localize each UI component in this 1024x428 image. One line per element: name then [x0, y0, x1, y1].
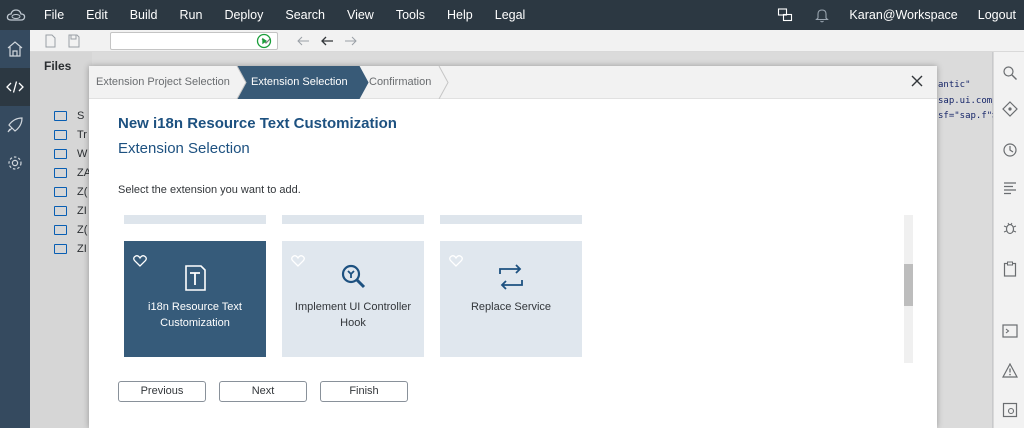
logout-link[interactable]: Logout [978, 8, 1016, 22]
extension-tile-partial[interactable] [124, 215, 266, 224]
settings-panel-icon[interactable] [994, 399, 1024, 421]
menu-bar: File Edit Build Run Deploy Search View T… [0, 0, 1024, 30]
favorite-icon[interactable] [291, 254, 305, 272]
instruction-text: Select the extension you want to add. [118, 184, 301, 196]
dialog-title: New i18n Resource Text Customization [118, 115, 397, 132]
new-file-icon[interactable] [44, 34, 56, 48]
wizard-step-project-selection[interactable]: Extension Project Selection [96, 66, 230, 99]
git-icon[interactable] [994, 98, 1024, 120]
history-icon[interactable] [994, 139, 1024, 161]
dialog-subtitle: Extension Selection [118, 140, 250, 157]
run-icon[interactable] [256, 33, 272, 49]
run-config-dropdown[interactable] [110, 32, 278, 50]
settings-icon[interactable] [0, 144, 30, 182]
cloud-icon[interactable] [0, 0, 32, 30]
next-button[interactable]: Next [219, 381, 307, 402]
text-resource-icon [179, 261, 211, 293]
arrow-left-icon[interactable] [296, 35, 310, 47]
finish-button[interactable]: Finish [320, 381, 408, 402]
menu-edit[interactable]: Edit [86, 8, 108, 22]
scrollbar-thumb[interactable] [904, 264, 913, 306]
back-icon[interactable] [320, 35, 334, 47]
menu-tools[interactable]: Tools [396, 8, 425, 22]
extension-tile-partial[interactable] [440, 215, 582, 224]
extension-wizard-dialog: Extension Project Selection Extension Se… [89, 66, 937, 428]
replace-arrows-icon [495, 261, 527, 293]
user-name[interactable]: Karan@Workspace [849, 8, 957, 22]
home-icon[interactable] [0, 30, 30, 68]
wrench-search-icon [337, 261, 369, 293]
menu-build[interactable]: Build [130, 8, 158, 22]
close-icon[interactable] [909, 73, 925, 89]
menu-file[interactable]: File [44, 8, 64, 22]
extension-tile-controller-hook[interactable]: Implement UI Controller Hook [282, 241, 424, 357]
collaboration-icon[interactable] [777, 7, 793, 23]
forward-icon[interactable] [344, 35, 358, 47]
wizard-step-confirmation[interactable]: Confirmation [369, 66, 431, 99]
right-rail [993, 52, 1024, 428]
previous-button[interactable]: Previous [118, 381, 206, 402]
toolbar [30, 30, 1024, 52]
tile-label: i18n Resource Text Customization [148, 301, 242, 329]
code-icon[interactable] [0, 68, 30, 106]
warning-icon[interactable] [994, 359, 1024, 381]
rocket-icon[interactable] [0, 106, 30, 144]
debug-icon[interactable] [994, 217, 1024, 239]
clipboard-icon[interactable] [994, 258, 1024, 280]
outline-icon[interactable] [994, 177, 1024, 199]
left-rail [0, 30, 30, 428]
bell-icon[interactable] [815, 7, 830, 23]
menu-help[interactable]: Help [447, 8, 473, 22]
menu-search[interactable]: Search [285, 8, 325, 22]
favorite-icon[interactable] [133, 254, 147, 272]
menu-run[interactable]: Run [180, 8, 203, 22]
tile-label: Replace Service [470, 301, 552, 313]
extension-tile-partial[interactable] [282, 215, 424, 224]
extension-tile-i18n[interactable]: i18n Resource Text Customization [124, 241, 266, 357]
menu-legal[interactable]: Legal [495, 8, 526, 22]
tile-label: Implement UI Controller Hook [294, 301, 412, 329]
search-icon[interactable] [994, 62, 1024, 84]
wizard-step-extension-selection[interactable]: Extension Selection [251, 66, 348, 99]
menu-deploy[interactable]: Deploy [224, 8, 263, 22]
wizard-steps: Extension Project Selection Extension Se… [89, 66, 937, 99]
extension-tile-replace-service[interactable]: Replace Service [440, 241, 582, 357]
menu-view[interactable]: View [347, 8, 374, 22]
favorite-icon[interactable] [449, 254, 463, 272]
terminal-icon[interactable] [994, 320, 1024, 342]
save-icon[interactable] [68, 34, 80, 48]
